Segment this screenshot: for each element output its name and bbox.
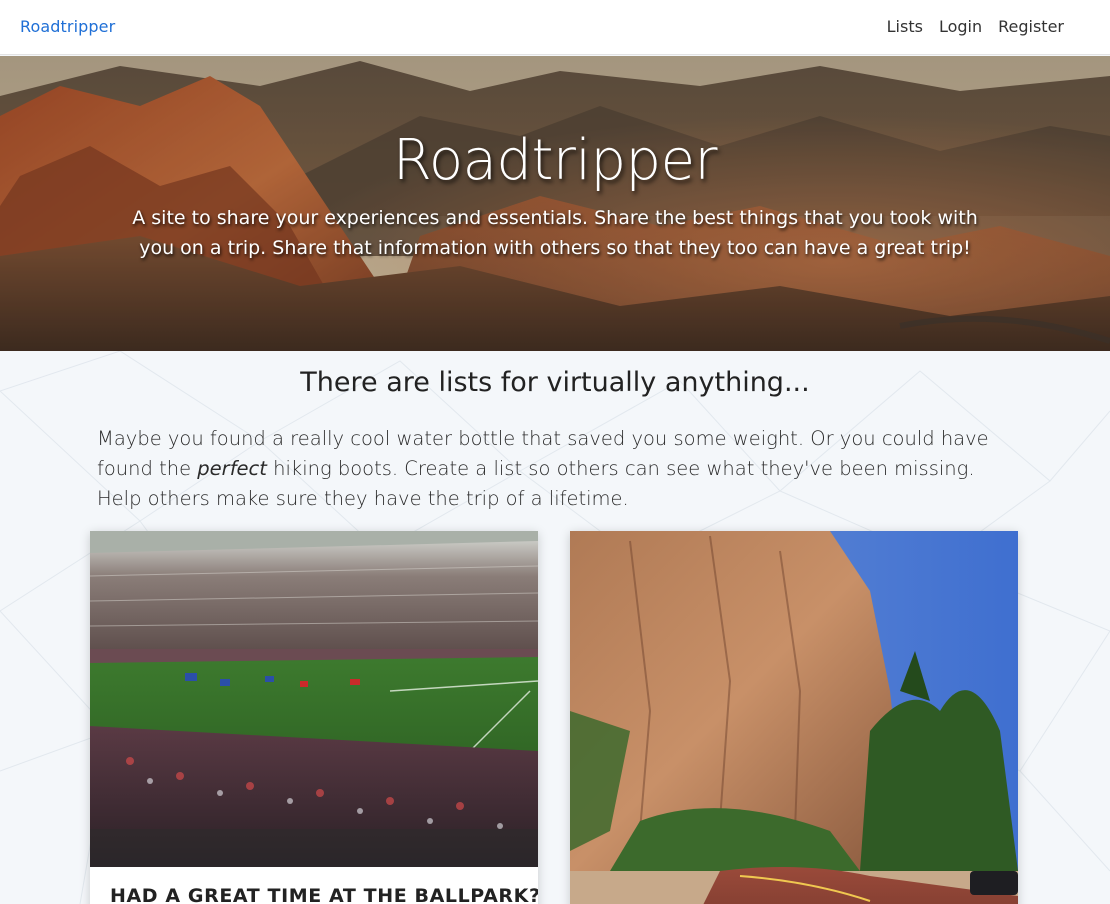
section-heading: There are lists for virtually anything..… [300,367,810,398]
nav-link-lists[interactable]: Lists [887,17,923,36]
nav-links: Lists Login Register [887,17,1064,36]
list-card-ballpark[interactable]: HAD A GREAT TIME AT THE BALLPARK? [90,531,538,904]
brand-link[interactable]: Roadtripper [20,17,115,36]
hero-title: Roadtripper [392,128,718,193]
card-title: HAD A GREAT TIME AT THE BALLPARK? [110,885,538,904]
main-section: There are lists for virtually anything..… [0,351,1110,904]
intro-paragraph: Maybe you found a really cool water bott… [97,424,1017,514]
navbar: Roadtripper Lists Login Register [0,0,1110,55]
stadium-photo [90,531,538,867]
hero-subtitle: A site to share your experiences and ess… [132,207,978,259]
canyon-road-photo [570,531,1018,904]
nav-link-login[interactable]: Login [939,17,982,36]
hero-banner: Roadtripper A site to share your experie… [0,56,1110,351]
intro-emphasis: perfect [197,457,267,480]
list-card-canyon[interactable] [570,531,1018,904]
nav-link-register[interactable]: Register [998,17,1064,36]
